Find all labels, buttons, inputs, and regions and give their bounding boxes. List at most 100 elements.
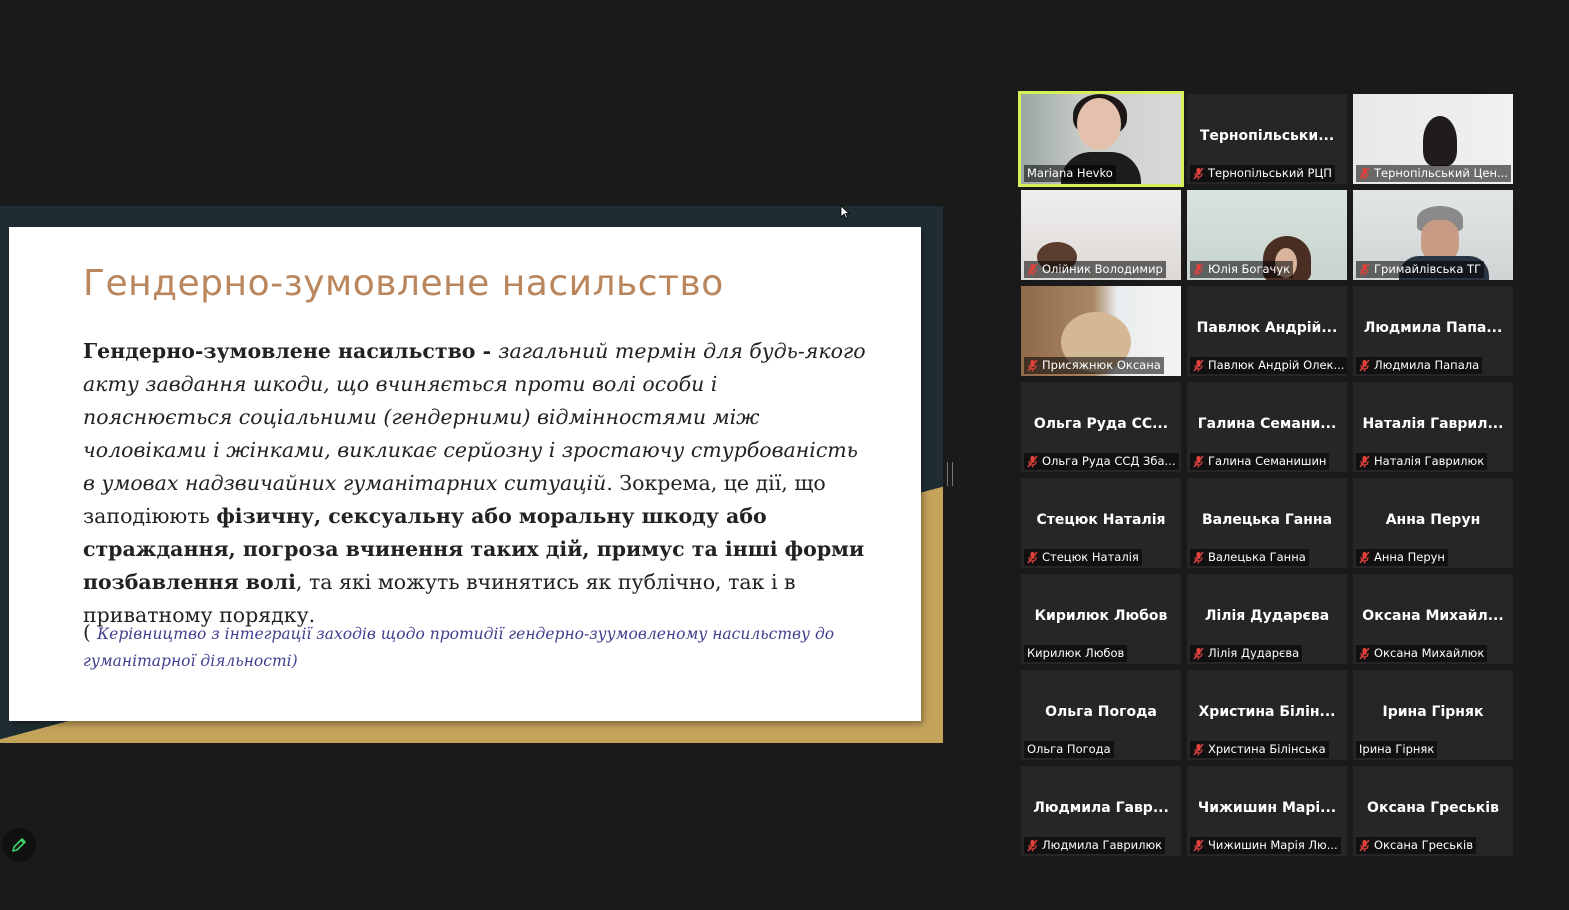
participant-tile[interactable]: Гримайлівська ТГ <box>1353 190 1513 280</box>
participant-name: Тернопільський РЦП <box>1208 166 1332 180</box>
participant-name-label: Людмила Гаврилюк <box>1024 837 1166 854</box>
microphone-muted-icon <box>1027 839 1038 852</box>
participant-tile[interactable]: Чижишин Марі... Чижишин Марія Лю... <box>1187 766 1347 856</box>
mouse-pointer-icon <box>840 205 850 219</box>
participant-tile[interactable]: Олійник Володимир <box>1021 190 1181 280</box>
participant-display-name: Павлюк Андрій... <box>1196 320 1338 336</box>
participant-tile[interactable]: Mariana Hevko <box>1018 91 1184 187</box>
presentation-slide: Гендерно-зумовлене насильство Гендерно-з… <box>9 227 921 721</box>
participant-name-label: Присяжнюк Оксана <box>1024 357 1164 374</box>
microphone-muted-icon <box>1359 359 1370 372</box>
slide-term: Гендерно-зумовлене насильство - <box>83 339 499 363</box>
participant-tile[interactable]: Ірина Гірняк Ірина Гірняк <box>1353 670 1513 760</box>
source-open-paren: ( <box>83 620 98 644</box>
microphone-muted-icon <box>1027 551 1038 564</box>
microphone-muted-icon <box>1359 839 1370 852</box>
slide-body: Гендерно-зумовлене насильство - загальни… <box>83 335 873 632</box>
participant-display-name: Валецька Ганна <box>1201 512 1333 528</box>
participant-tile[interactable]: Ольга Погода Ольга Погода <box>1021 670 1181 760</box>
participant-display-name: Наталія Гаврил... <box>1362 416 1504 432</box>
participant-name-label: Ольга Руда ССД Зба... <box>1024 453 1179 470</box>
participant-tile[interactable]: Стецюк Наталія Стецюк Наталія <box>1021 478 1181 568</box>
pencil-icon <box>12 838 26 852</box>
participant-display-name: Стецюк Наталія <box>1036 512 1166 528</box>
participant-name: Кирилюк Любов <box>1027 646 1125 660</box>
microphone-muted-icon <box>1193 263 1204 276</box>
microphone-muted-icon <box>1359 167 1370 180</box>
participant-display-name: Христина Білін... <box>1198 704 1336 720</box>
participant-tile[interactable]: Людмила Гавр... Людмила Гаврилюк <box>1021 766 1181 856</box>
source-close-paren: ) <box>291 652 298 670</box>
microphone-muted-icon <box>1359 647 1370 660</box>
participant-name: Людмила Гаврилюк <box>1042 838 1163 852</box>
microphone-muted-icon <box>1359 455 1370 468</box>
participant-name: Павлюк Андрій Олек... <box>1208 358 1345 372</box>
participant-name-label: Гримайлівська ТГ <box>1356 261 1485 278</box>
participant-name-label: Оксана Греськів <box>1356 837 1476 854</box>
participant-name-label: Юлія Богачук <box>1190 261 1294 278</box>
participant-name: Присяжнюк Оксана <box>1042 358 1161 372</box>
participant-tile[interactable]: Галина Семани... Галина Семанишин <box>1187 382 1347 472</box>
participant-tile[interactable]: Христина Білін... Христина Білінська <box>1187 670 1347 760</box>
participant-name: Лілія Дударєва <box>1208 646 1300 660</box>
participant-name-label: Чижишин Марія Лю... <box>1190 837 1341 854</box>
participant-name: Mariana Hevko <box>1027 166 1113 180</box>
participant-name-label: Павлюк Андрій Олек... <box>1190 357 1347 374</box>
participant-name-label: Людмила Папала <box>1356 357 1483 374</box>
participant-tile[interactable]: Анна Перун Анна Перун <box>1353 478 1513 568</box>
participant-tile[interactable]: Ольга Руда СС... Ольга Руда ССД Зба... <box>1021 382 1181 472</box>
participant-name-label: Анна Перун <box>1356 549 1448 566</box>
participant-name-label: Олійник Володимир <box>1024 261 1166 278</box>
participant-display-name: Чижишин Марі... <box>1197 800 1337 816</box>
participant-name: Ольга Руда ССД Зба... <box>1042 454 1176 468</box>
microphone-muted-icon <box>1193 167 1204 180</box>
participant-name-label: Тернопільський Цен... <box>1356 165 1511 182</box>
participant-display-name: Оксана Михайл... <box>1362 608 1504 624</box>
microphone-muted-icon <box>1027 263 1038 276</box>
participant-display-name: Галина Семани... <box>1197 416 1337 432</box>
participant-tile[interactable]: Кирилюк Любов Кирилюк Любов <box>1021 574 1181 664</box>
participant-display-name: Ольга Погода <box>1045 704 1157 720</box>
microphone-muted-icon <box>1027 455 1038 468</box>
participant-display-name: Лілія Дударєва <box>1204 608 1330 624</box>
microphone-muted-icon <box>1193 359 1204 372</box>
microphone-muted-icon <box>1193 455 1204 468</box>
participant-tile[interactable]: Тернопільськи... Тернопільський РЦП <box>1187 94 1347 184</box>
participant-tile[interactable]: Присяжнюк Оксана <box>1021 286 1181 376</box>
participant-name: Анна Перун <box>1374 550 1445 564</box>
participant-tile[interactable]: Валецька Ганна Валецька Ганна <box>1187 478 1347 568</box>
participant-name-label: Христина Білінська <box>1190 741 1329 758</box>
participant-tile[interactable]: Наталія Гаврил... Наталія Гаврилюк <box>1353 382 1513 472</box>
microphone-muted-icon <box>1193 647 1204 660</box>
panel-splitter-handle[interactable] <box>947 462 953 486</box>
participant-tile[interactable]: Лілія Дударєва Лілія Дударєва <box>1187 574 1347 664</box>
microphone-muted-icon <box>1193 551 1204 564</box>
participant-name-label: Лілія Дударєва <box>1190 645 1303 662</box>
participant-display-name: Ольга Руда СС... <box>1033 416 1169 432</box>
microphone-muted-icon <box>1193 839 1204 852</box>
participant-tile[interactable]: Павлюк Андрій... Павлюк Андрій Олек... <box>1187 286 1347 376</box>
participant-display-name: Людмила Гавр... <box>1033 800 1169 816</box>
participant-name: Оксана Михайлюк <box>1374 646 1485 660</box>
participant-tile[interactable]: Людмила Папа... Людмила Папала <box>1353 286 1513 376</box>
microphone-muted-icon <box>1193 743 1204 756</box>
participant-name-label: Оксана Михайлюк <box>1356 645 1488 662</box>
participant-display-name: Анна Перун <box>1385 512 1481 528</box>
participant-name: Чижишин Марія Лю... <box>1208 838 1338 852</box>
annotate-button[interactable] <box>2 828 36 862</box>
participant-name: Галина Семанишин <box>1208 454 1327 468</box>
participant-display-name: Оксана Греськів <box>1367 800 1499 816</box>
participant-tile[interactable]: Юлія Богачук <box>1187 190 1347 280</box>
participant-gallery: Mariana Hevko Тернопільськи... Тернопільсь… <box>1018 91 1513 856</box>
participant-display-name: Тернопільськи... <box>1199 128 1335 144</box>
participant-tile[interactable]: Оксана Михайл... Оксана Михайлюк <box>1353 574 1513 664</box>
participant-name: Наталія Гаврилюк <box>1374 454 1485 468</box>
participant-name: Ольга Погода <box>1027 742 1111 756</box>
participant-tile[interactable]: Оксана Греськів Оксана Греськів <box>1353 766 1513 856</box>
participant-name-label: Тернопільський РЦП <box>1190 165 1335 182</box>
participant-display-name: Людмила Папа... <box>1363 320 1503 336</box>
participant-name-label: Кирилюк Любов <box>1024 645 1128 662</box>
participant-tile[interactable]: Тернопільський Цен... <box>1353 94 1513 184</box>
slide-title: Гендерно-зумовлене насильство <box>83 263 724 304</box>
participant-name: Валецька Ганна <box>1208 550 1306 564</box>
